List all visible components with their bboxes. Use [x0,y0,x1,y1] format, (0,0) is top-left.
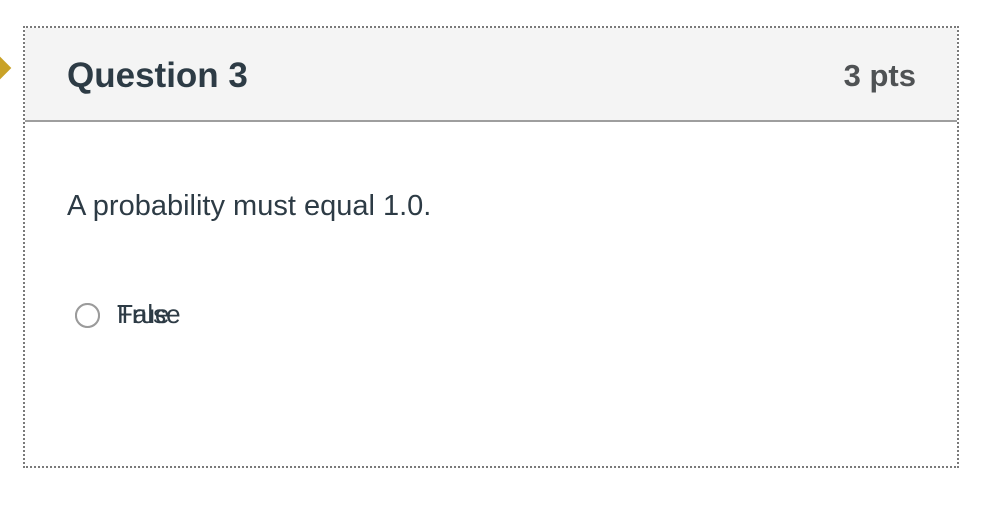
radio-button[interactable] [75,303,100,328]
answer-label: False [117,299,181,329]
question-header: Question 3 3 pts [25,28,957,122]
question-title: Question 3 [67,56,248,95]
question-text: A probability must equal 1.0. [67,190,432,222]
question-card: Question 3 3 pts A probability must equa… [23,26,959,468]
quiz-page: Question 3 3 pts A probability must equa… [0,0,986,510]
flag-icon[interactable] [0,56,12,80]
question-points: 3 pts [843,58,916,93]
